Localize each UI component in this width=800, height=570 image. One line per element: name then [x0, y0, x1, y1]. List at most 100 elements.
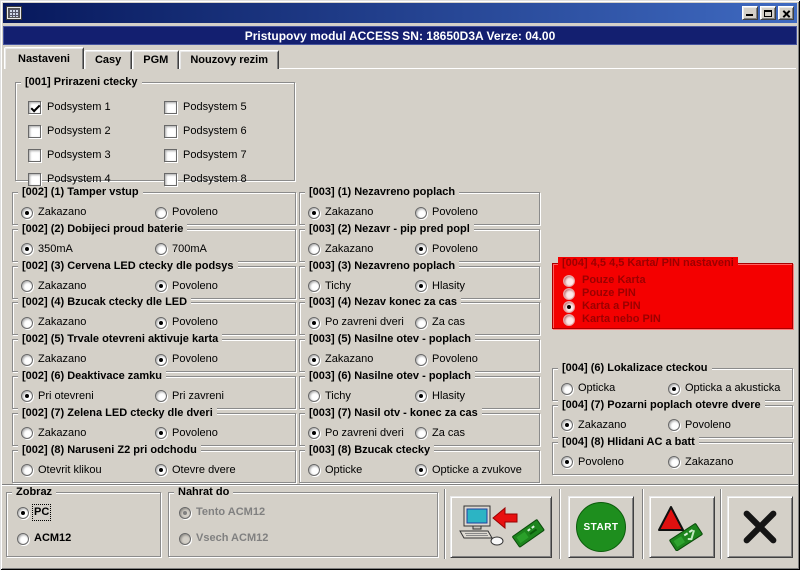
radio-opticke-a-zvukove[interactable]: Opticke a zvukove — [415, 464, 522, 477]
radio-icon[interactable] — [563, 275, 575, 287]
maximize-button[interactable] — [760, 6, 776, 20]
radio-label[interactable]: Pouze PIN — [582, 287, 636, 300]
radio-otevre-dvere[interactable]: Otevre dvere — [155, 464, 236, 477]
radio-icon[interactable] — [308, 390, 320, 402]
radio-icon[interactable] — [308, 280, 320, 292]
radio-label[interactable]: Po zavreni dveri — [325, 427, 404, 440]
radio-icon[interactable] — [308, 243, 320, 255]
radio-label[interactable]: 700mA — [172, 243, 207, 256]
checkbox-podsystem-3[interactable]: Podsystem 3 — [28, 149, 164, 162]
radio-icon[interactable] — [668, 456, 680, 468]
radio-label[interactable]: PC — [34, 506, 49, 519]
radio-label[interactable]: Karta nebo PIN — [582, 313, 661, 326]
checkbox-label[interactable]: Podsystem 4 — [47, 173, 111, 186]
radio-icon[interactable] — [21, 464, 33, 476]
radio-icon[interactable] — [21, 390, 33, 402]
radio-icon[interactable] — [561, 456, 573, 468]
radio-po-zavreni-dveri[interactable]: Po zavreni dveri — [308, 427, 415, 440]
radio-zakazano[interactable]: Zakazano — [561, 419, 668, 432]
radio-otevrit-klikou[interactable]: Otevrit klikou — [21, 464, 155, 477]
radio-label[interactable]: Pri zavreni — [172, 390, 224, 403]
radio-zakazano[interactable]: Zakazano — [308, 206, 415, 219]
radio-pouze-karta[interactable]: Pouze Karta — [563, 274, 670, 287]
radio-povoleno[interactable]: Povoleno — [155, 427, 218, 440]
radio-label[interactable]: Za cas — [432, 316, 465, 329]
radio-label[interactable]: Hlasity — [432, 390, 465, 403]
close-window-button[interactable] — [778, 6, 794, 20]
radio-zakazano[interactable]: Zakazano — [21, 280, 155, 293]
radio-opticka[interactable]: Opticka — [561, 382, 668, 395]
radio-icon[interactable] — [155, 280, 167, 292]
radio-label[interactable]: ACM12 — [34, 532, 71, 545]
radio-icon[interactable] — [308, 354, 320, 366]
radio-icon[interactable] — [21, 243, 33, 255]
radio-pri-otevreni[interactable]: Pri otevreni — [21, 390, 155, 403]
radio-icon[interactable] — [415, 390, 427, 402]
radio-icon[interactable] — [21, 280, 33, 292]
radio-povoleno[interactable]: Povoleno — [155, 280, 218, 293]
radio-icon[interactable] — [17, 507, 29, 519]
checkbox-label[interactable]: Podsystem 1 — [47, 101, 111, 114]
radio-pouze-pin[interactable]: Pouze PIN — [563, 287, 636, 300]
radio-label[interactable]: Po zavreni dveri — [325, 316, 404, 329]
checkbox-podsystem-1[interactable]: Podsystem 1 — [28, 101, 164, 114]
radio-icon[interactable] — [21, 207, 33, 219]
radio-tichy[interactable]: Tichy — [308, 390, 415, 403]
radio-icon[interactable] — [561, 383, 573, 395]
radio-icon[interactable] — [155, 207, 167, 219]
radio-icon[interactable] — [308, 427, 320, 439]
radio-povoleno[interactable]: Povoleno — [668, 419, 731, 432]
radio-label[interactable]: Povoleno — [172, 280, 218, 293]
radio-zakazano[interactable]: Zakazano — [668, 456, 733, 469]
radio-label[interactable]: 350mA — [38, 243, 73, 256]
radio-zakazano[interactable]: Zakazano — [308, 243, 415, 256]
start-button[interactable]: START — [568, 496, 634, 558]
checkbox-icon[interactable] — [28, 173, 41, 186]
compile-upload-button[interactable] — [649, 496, 715, 558]
radio-zakazano[interactable]: Zakazano — [21, 316, 155, 329]
radio-icon[interactable] — [563, 314, 575, 326]
radio-icon[interactable] — [21, 427, 33, 439]
radio-icon[interactable] — [668, 419, 680, 431]
radio-label[interactable]: Zakazano — [325, 243, 373, 256]
radio-350ma[interactable]: 350mA — [21, 243, 155, 256]
radio-label[interactable]: Povoleno — [172, 427, 218, 440]
checkbox-icon[interactable] — [164, 125, 177, 138]
radio-icon[interactable] — [155, 317, 167, 329]
radio-icon[interactable] — [415, 243, 427, 255]
checkbox-icon[interactable] — [164, 149, 177, 162]
radio-zakazano[interactable]: Zakazano — [21, 427, 155, 440]
radio-po-zavreni-dveri[interactable]: Po zavreni dveri — [308, 316, 415, 329]
radio-zakazano[interactable]: Zakazano — [21, 206, 155, 219]
radio-icon[interactable] — [561, 419, 573, 431]
radio-label[interactable]: Povoleno — [578, 456, 624, 469]
radio-icon[interactable] — [415, 317, 427, 329]
radio-icon[interactable] — [17, 533, 29, 545]
checkbox-label[interactable]: Podsystem 5 — [183, 101, 247, 114]
radio-hlasity[interactable]: Hlasity — [415, 390, 465, 403]
checkbox-label[interactable]: Podsystem 2 — [47, 125, 111, 138]
checkbox-podsystem-8[interactable]: Podsystem 8 — [164, 173, 294, 186]
radio-icon[interactable] — [415, 464, 427, 476]
checkbox-icon[interactable] — [28, 125, 41, 138]
radio-povoleno[interactable]: Povoleno — [155, 206, 218, 219]
checkbox-podsystem-6[interactable]: Podsystem 6 — [164, 125, 294, 138]
checkbox-label[interactable]: Podsystem 8 — [183, 173, 247, 186]
radio-icon[interactable] — [668, 383, 680, 395]
radio-povoleno[interactable]: Povoleno — [155, 353, 218, 366]
radio-icon[interactable] — [563, 288, 575, 300]
checkbox-icon[interactable] — [28, 149, 41, 162]
radio-label[interactable]: Opticke a zvukove — [432, 464, 522, 477]
radio-acm12[interactable]: ACM12 — [17, 532, 160, 545]
radio-icon[interactable] — [155, 354, 167, 366]
checkbox-label[interactable]: Podsystem 3 — [47, 149, 111, 162]
radio-icon[interactable] — [415, 427, 427, 439]
radio-label[interactable]: Povoleno — [685, 419, 731, 432]
radio-label[interactable]: Zakazano — [38, 280, 86, 293]
tab-nouzovy-rezim[interactable]: Nouzovy rezim — [179, 50, 279, 69]
radio-icon[interactable] — [155, 243, 167, 255]
radio-label[interactable]: Povoleno — [172, 206, 218, 219]
radio-label[interactable]: Opticka — [578, 382, 615, 395]
checkbox-podsystem-7[interactable]: Podsystem 7 — [164, 149, 294, 162]
radio-icon[interactable] — [415, 354, 427, 366]
